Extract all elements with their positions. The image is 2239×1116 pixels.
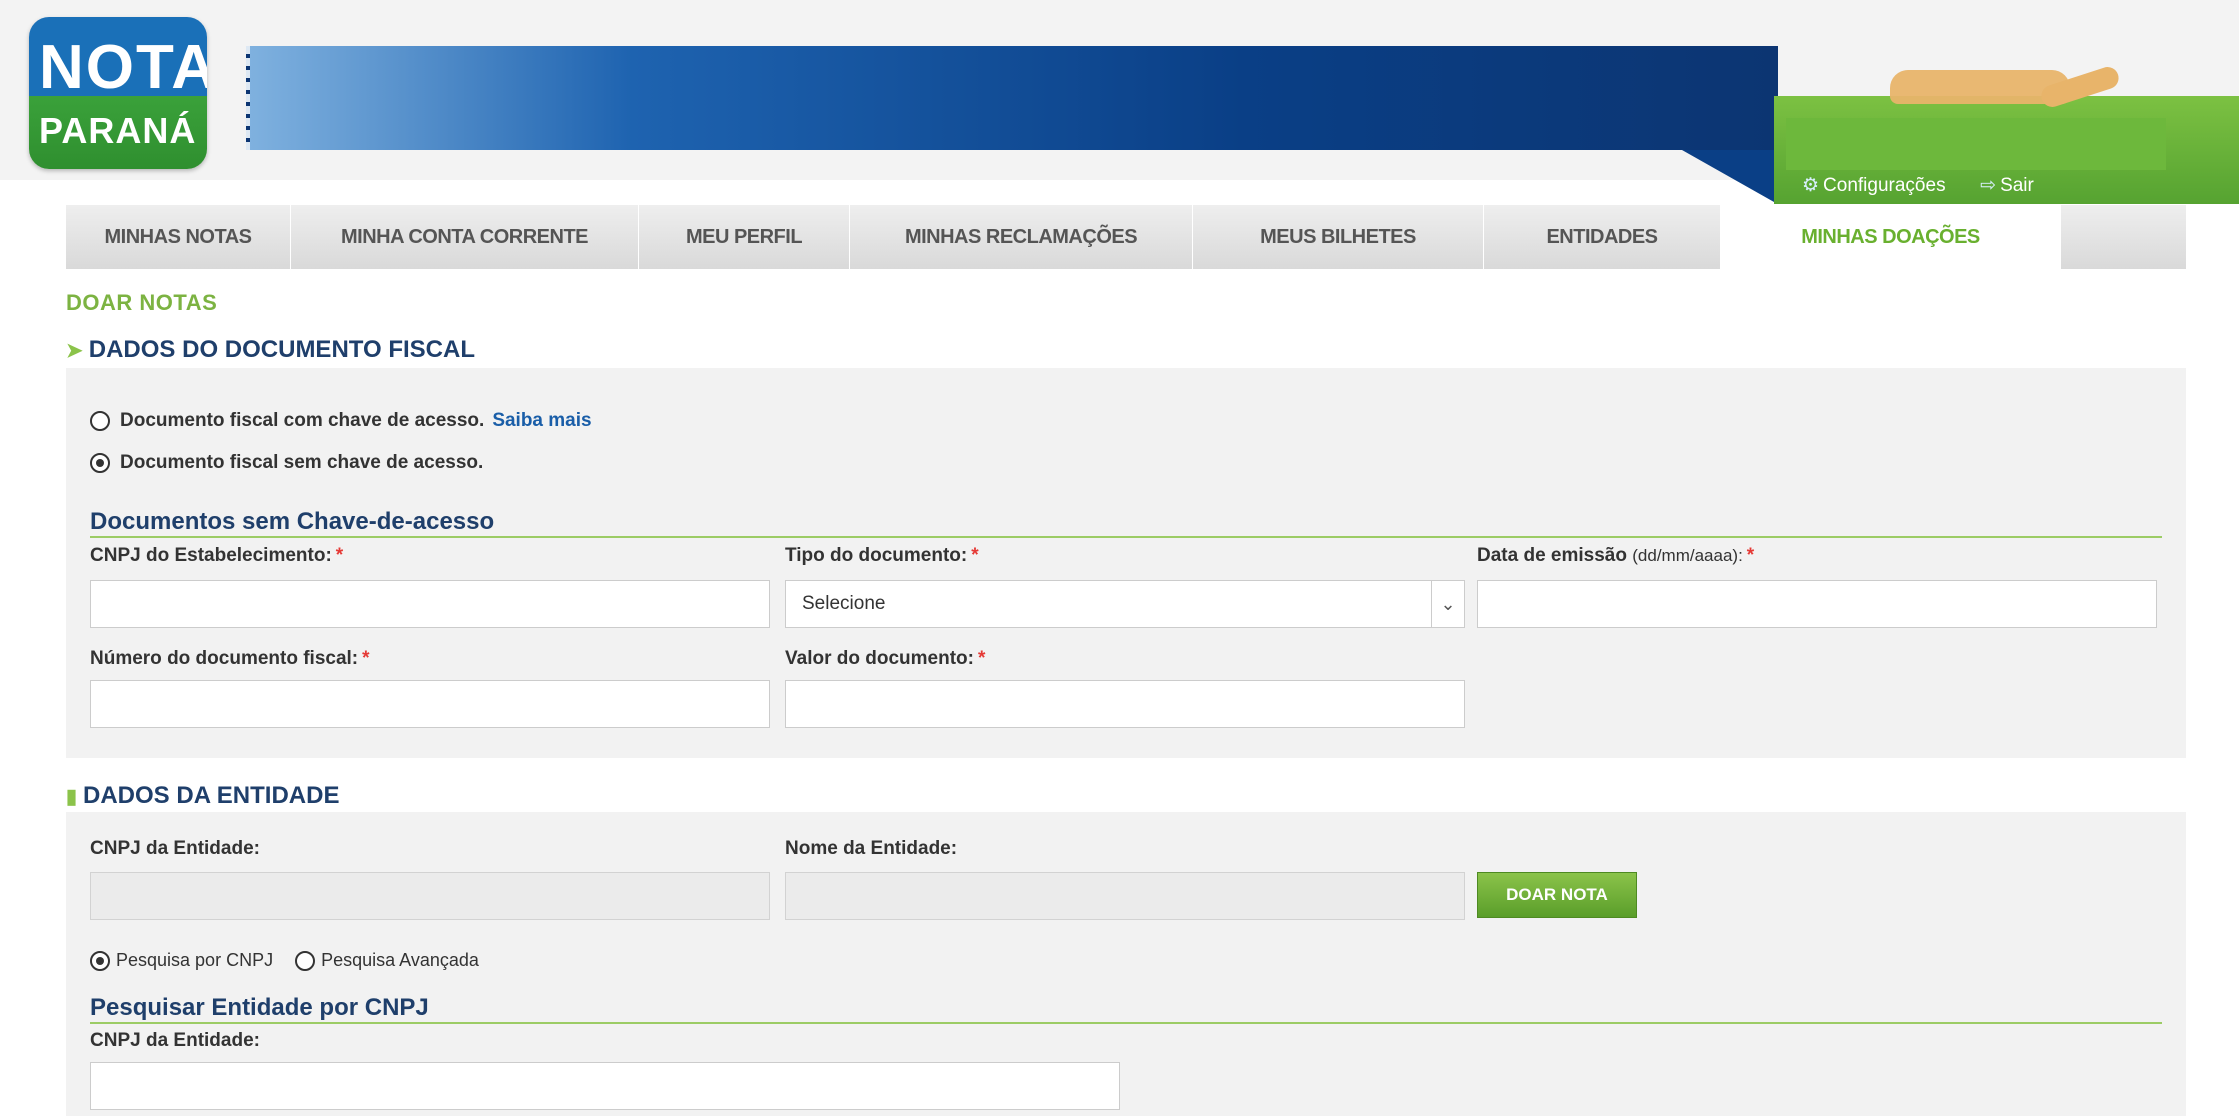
numero-documento-label: Número do documento fiscal: *	[90, 648, 370, 669]
entity-heading-text: DADOS DA ENTIDADE	[83, 782, 340, 809]
tab-meu-perfil[interactable]: MEU PERFIL	[639, 205, 850, 269]
tab-minhas-notas[interactable]: MINHAS NOTAS	[66, 205, 291, 269]
tab-minhas-doacoes[interactable]: MINHAS DOAÇÕES	[1721, 205, 2061, 269]
page-title: DOAR NOTAS	[66, 290, 218, 315]
option-with-key-row[interactable]: Documento fiscal com chave de acesso. Sa…	[90, 410, 592, 432]
exit-icon: ⇨	[1980, 175, 1997, 196]
cnpj-entidade-input	[90, 872, 770, 920]
doar-nota-button[interactable]: DOAR NOTA	[1477, 872, 1637, 918]
docs-without-key-subheading: Documentos sem Chave-de-acesso	[90, 508, 495, 535]
tipo-documento-select[interactable]: Selecione ⌄	[785, 580, 1465, 628]
building-icon: ▮	[66, 786, 78, 808]
cnpj-estabelecimento-label: CNPJ do Estabelecimento: *	[90, 545, 344, 566]
tab-minha-conta-corrente[interactable]: MINHA CONTA CORRENTE	[291, 205, 639, 269]
fiscal-section-heading: ➤ DADOS DO DOCUMENTO FISCAL	[66, 336, 2186, 370]
gear-icon: ⚙	[1802, 175, 1820, 196]
radio-without-key[interactable]	[90, 453, 110, 473]
valor-documento-label: Valor do documento: *	[785, 648, 986, 669]
option-with-key-label: Documento fiscal com chave de acesso.	[120, 410, 485, 431]
nome-entidade-label: Nome da Entidade:	[785, 838, 958, 859]
site-header: NOTA PARANÁ ⚙ Configurações ⇨ Sair	[0, 0, 2239, 205]
radio-search-cnpj[interactable]	[90, 950, 110, 971]
tab-minhas-reclamacoes[interactable]: MINHAS RECLAMAÇÕES	[850, 205, 1193, 269]
data-emissao-input[interactable]	[1477, 580, 2157, 628]
subheading-divider	[90, 536, 2162, 538]
tab-entidades[interactable]: ENTIDADES	[1484, 205, 1721, 269]
logout-link[interactable]: ⇨ Sair	[1980, 174, 2034, 197]
option-without-key-row[interactable]: Documento fiscal sem chave de acesso.	[90, 452, 483, 474]
nome-entidade-input	[785, 872, 1465, 920]
settings-label: Configurações	[1823, 175, 1946, 196]
main-tabs: MINHAS NOTAS MINHA CONTA CORRENTE MEU PE…	[66, 205, 2186, 269]
search-subheading-divider	[90, 1022, 2162, 1024]
header-green-panel	[1786, 118, 2166, 170]
logo-text-top: NOTA	[39, 33, 207, 102]
nota-parana-logo[interactable]: NOTA PARANÁ	[29, 17, 207, 169]
fiscal-heading-text: DADOS DO DOCUMENTO FISCAL	[88, 336, 475, 363]
radio-with-key[interactable]	[90, 411, 110, 431]
search-mode-options: Pesquisa por CNPJ Pesquisa Avançada	[90, 950, 479, 971]
radio-search-advanced[interactable]	[295, 950, 316, 971]
search-entity-subheading: Pesquisar Entidade por CNPJ	[90, 994, 429, 1021]
cnpj-entidade-label: CNPJ da Entidade:	[90, 838, 260, 859]
search-advanced-label[interactable]: Pesquisa Avançada	[321, 950, 479, 971]
tipo-documento-label: Tipo do documento: *	[785, 545, 979, 566]
search-cnpj-entidade-label: CNPJ da Entidade:	[90, 1030, 260, 1051]
cnpj-estabelecimento-input[interactable]	[90, 580, 770, 628]
settings-link[interactable]: ⚙ Configurações	[1802, 174, 1946, 197]
option-without-key-label: Documento fiscal sem chave de acesso.	[120, 452, 484, 473]
header-banner	[246, 46, 1778, 150]
tab-meus-bilhetes[interactable]: MEUS BILHETES	[1193, 205, 1484, 269]
entity-section-heading: ▮ DADOS DA ENTIDADE	[66, 782, 2186, 816]
saiba-mais-link[interactable]: Saiba mais	[492, 410, 591, 432]
tipo-documento-value: Selecione	[802, 593, 886, 614]
search-cnpj-entidade-input[interactable]	[90, 1062, 1120, 1110]
logout-label: Sair	[2000, 175, 2034, 196]
logo-text-bottom: PARANÁ	[39, 110, 197, 151]
valor-documento-input[interactable]	[785, 680, 1465, 728]
banner-tail-decoration	[1682, 150, 1774, 202]
chevron-down-icon[interactable]: ⌄	[1431, 581, 1464, 627]
search-cnpj-label[interactable]: Pesquisa por CNPJ	[116, 950, 273, 971]
data-emissao-label: Data de emissão (dd/mm/aaaa): *	[1477, 545, 1755, 566]
tag-icon: ➤	[66, 340, 83, 362]
user-links: ⚙ Configurações ⇨ Sair	[1802, 174, 2034, 197]
numero-documento-input[interactable]	[90, 680, 770, 728]
